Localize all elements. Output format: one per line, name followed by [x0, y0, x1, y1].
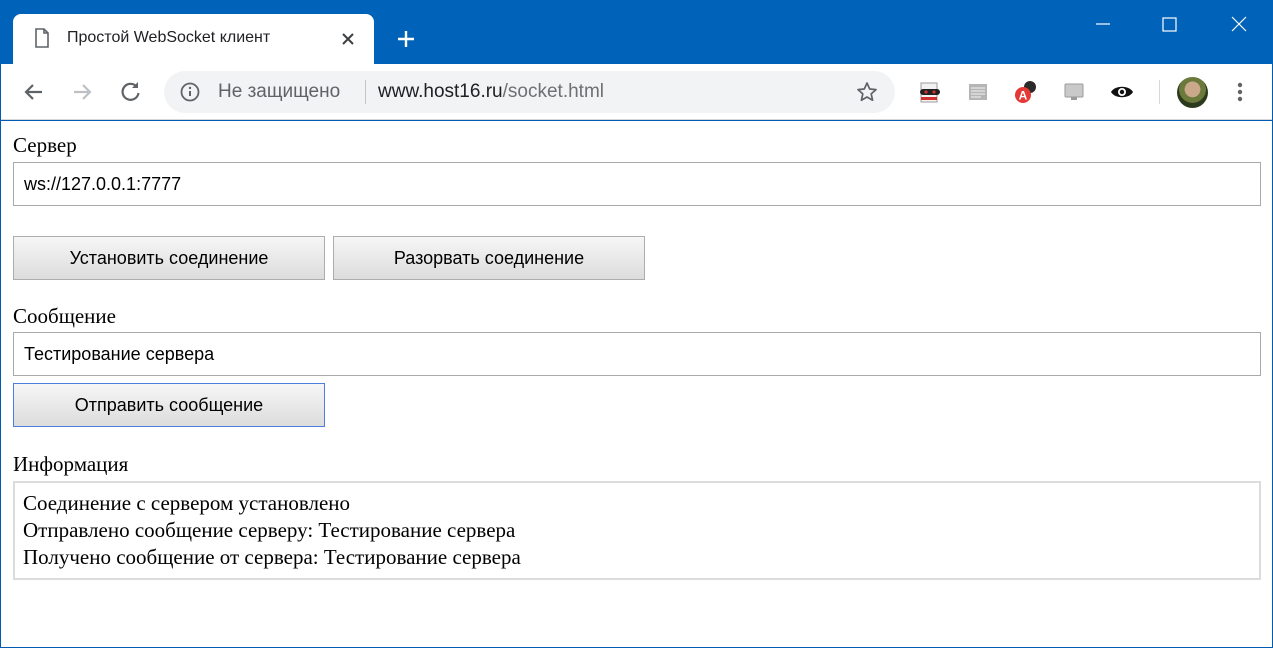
info-log-box[interactable]: Соединение с сервером установлено Отправ… [13, 481, 1261, 580]
browser-toolbar: Не защищено www.host16.ru/socket.html A [1, 64, 1272, 120]
connect-button[interactable]: Установить соединение [13, 236, 325, 280]
url-text[interactable]: www.host16.ru/socket.html [378, 81, 604, 103]
server-label: Сервер [13, 133, 77, 157]
send-message-button[interactable]: Отправить сообщение [13, 383, 325, 427]
svg-text:A: A [1019, 89, 1028, 103]
log-line: Отправлено сообщение серверу: Тестирован… [23, 518, 516, 542]
info-label: Информация [13, 452, 129, 476]
maximize-icon[interactable] [1155, 10, 1183, 38]
monitor-extension-icon[interactable] [1062, 80, 1086, 104]
url-path: /socket.html [502, 81, 604, 102]
url-host: www.host16.ru [378, 81, 503, 102]
profile-avatar[interactable] [1177, 77, 1208, 108]
page-content: Сервер Установить соединение Разорвать с… [1, 121, 1272, 647]
kebab-menu-icon[interactable] [1230, 80, 1250, 104]
page-extension-icon[interactable] [966, 80, 990, 104]
log-line: Соединение с сервером установлено [23, 491, 351, 515]
tab-title: Простой WebSocket клиент [67, 29, 271, 46]
address-bar[interactable]: Не защищено www.host16.ru/socket.html [164, 71, 895, 113]
eye-extension-icon[interactable] [1110, 80, 1134, 104]
bookmark-star-icon[interactable] [856, 81, 878, 103]
message-label: Сообщение [13, 304, 116, 328]
info-icon[interactable] [180, 82, 200, 102]
message-input[interactable] [13, 332, 1261, 376]
translate-extension-icon[interactable]: A [1014, 80, 1038, 104]
log-line: Получено сообщение от сервера: Тестирова… [23, 545, 521, 569]
server-url-input[interactable] [13, 162, 1261, 206]
page-icon [35, 28, 49, 48]
browser-tab[interactable]: Простой WebSocket клиент [13, 14, 374, 65]
back-arrow-icon[interactable] [20, 78, 48, 106]
omnibox-divider [365, 80, 366, 104]
disconnect-button[interactable]: Разорвать соединение [333, 236, 645, 280]
minimize-icon[interactable] [1089, 10, 1117, 38]
new-tab-plus-icon[interactable] [394, 27, 418, 51]
title-bar: Простой WebSocket клиент [0, 0, 1273, 65]
security-status[interactable]: Не защищено [218, 81, 340, 103]
incognito-mask-extension-icon[interactable] [918, 80, 942, 104]
toolbar-separator [1159, 80, 1160, 104]
forward-arrow-icon[interactable] [68, 78, 96, 106]
window-close-icon[interactable] [1225, 10, 1253, 38]
reload-icon[interactable] [116, 78, 144, 106]
close-tab-icon[interactable] [339, 30, 357, 48]
